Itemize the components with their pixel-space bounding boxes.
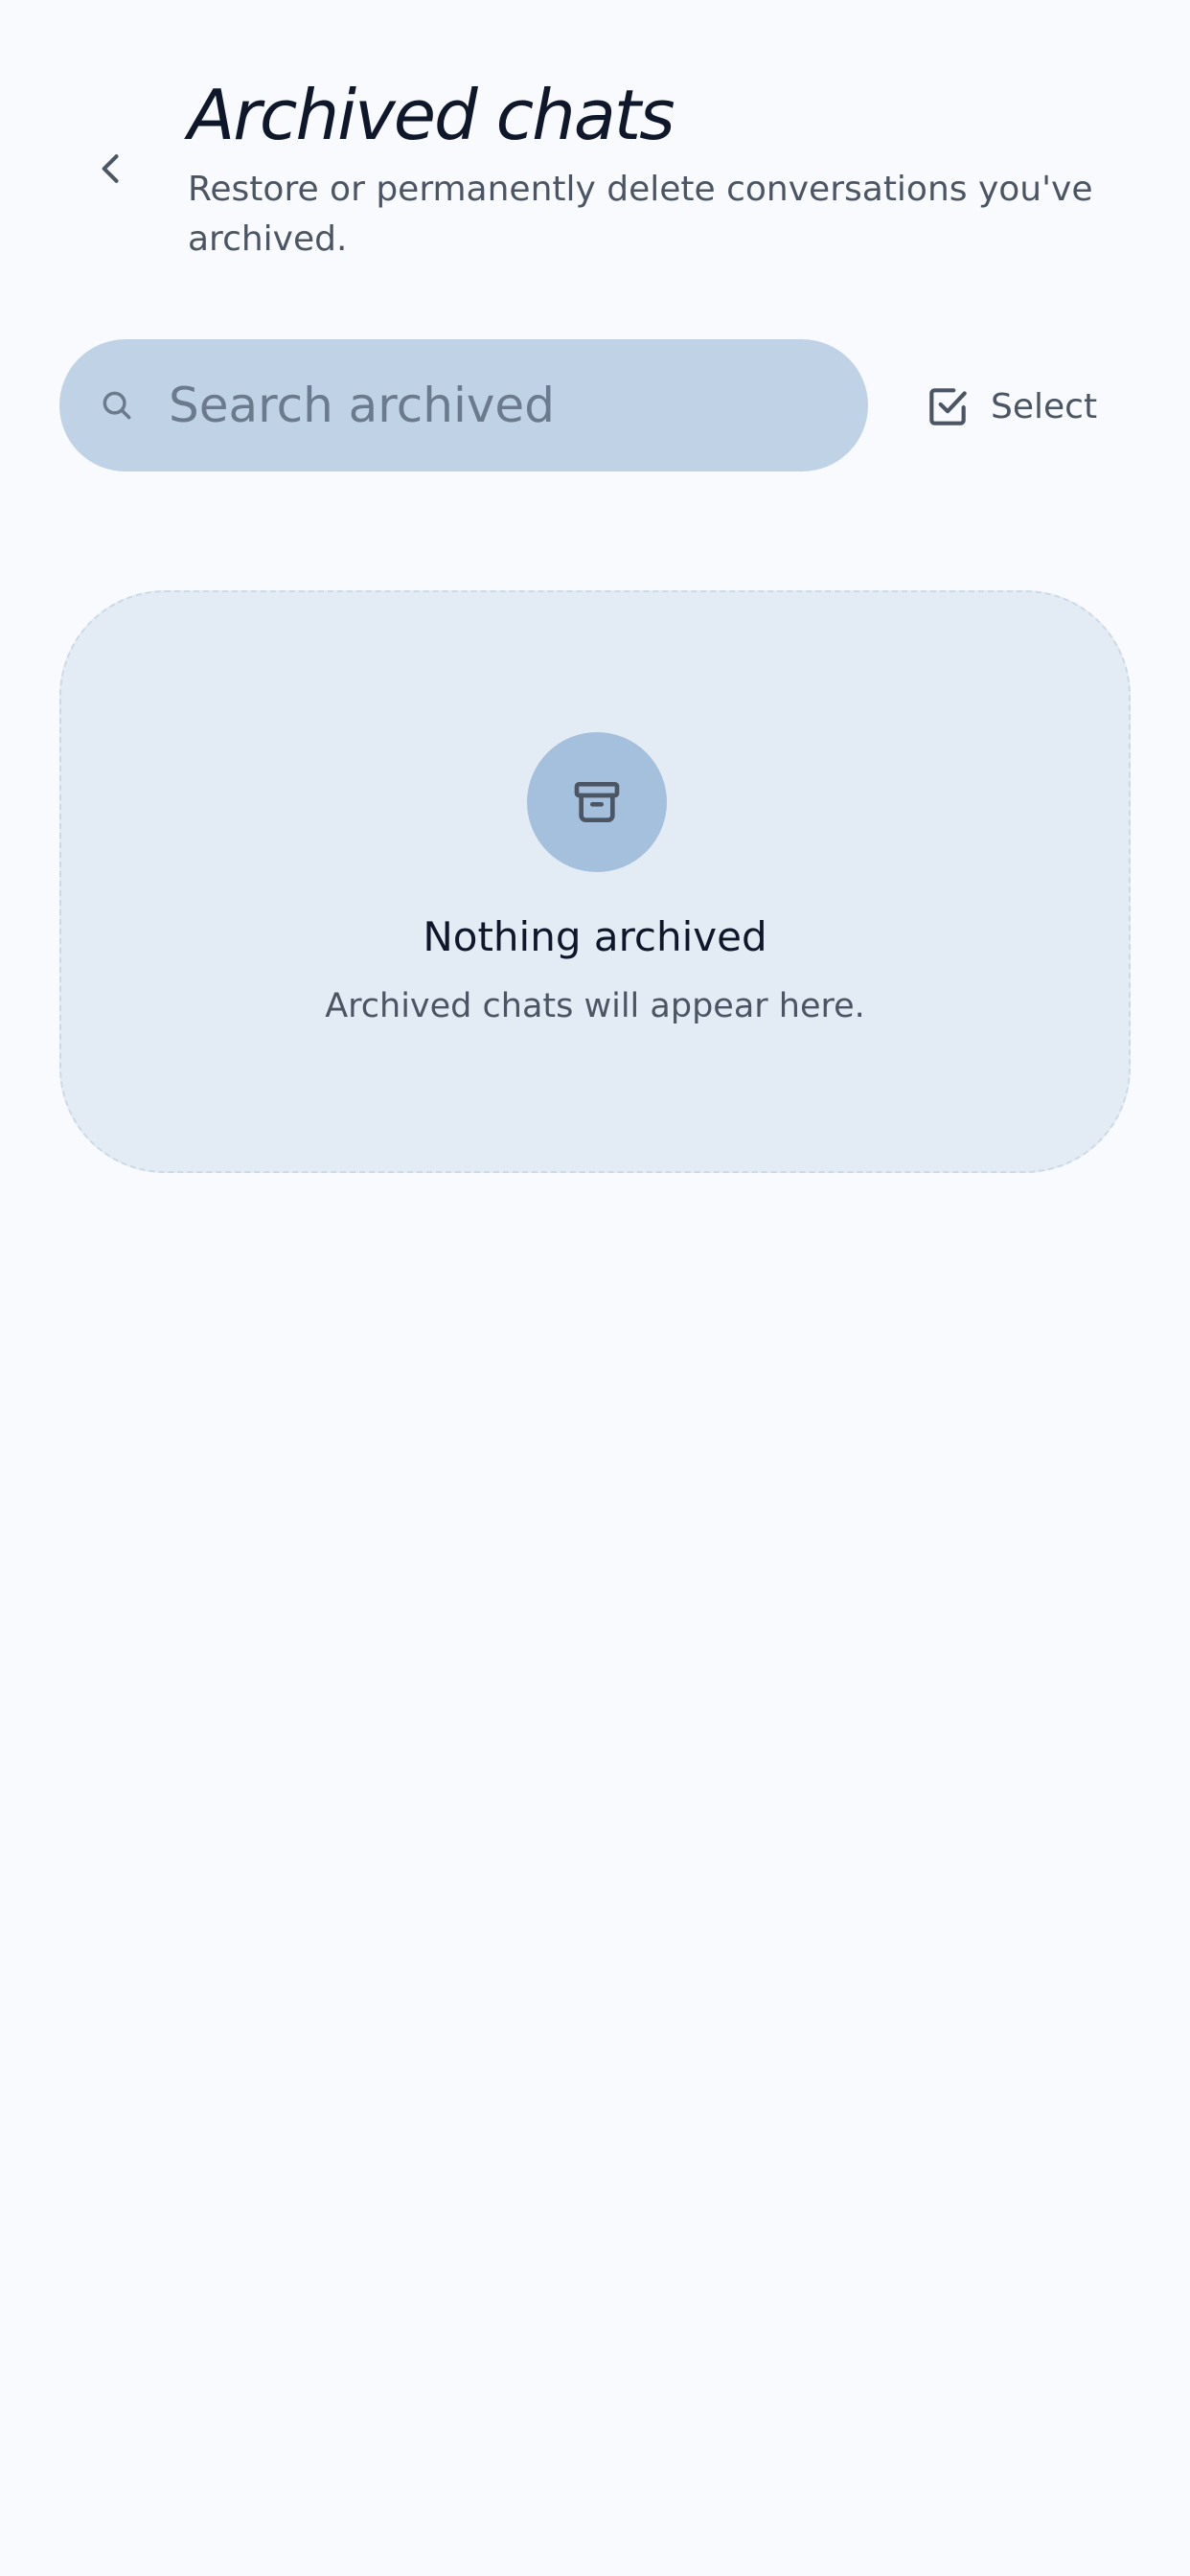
empty-state-title: Nothing archived [423,913,767,960]
checkbox-checked-icon [929,388,967,426]
select-button[interactable]: Select [914,368,1107,445]
search-bar[interactable] [59,339,868,472]
page-subtitle: Restore or permanently delete conversati… [188,170,1093,259]
empty-state-icon-circle [527,732,667,872]
search-input[interactable] [169,367,839,444]
page-title: Archived chats [188,75,675,155]
search-icon [98,386,136,425]
back-button[interactable] [77,134,146,203]
empty-state-card: Nothing archived Archived chats will app… [59,590,1131,1173]
select-button-label: Select [991,386,1098,426]
header: Archived chats Restore or permanently de… [0,0,1190,288]
archive-box-icon [574,782,620,822]
empty-state-message: Archived chats will appear here. [325,987,865,1025]
chevron-left-icon [102,154,119,183]
